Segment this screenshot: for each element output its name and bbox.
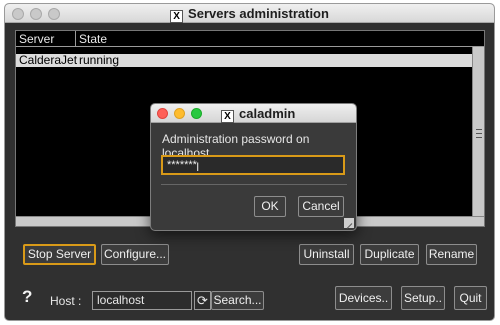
scrollbar-grip[interactable]: [476, 129, 482, 138]
host-input[interactable]: localhost: [92, 291, 192, 310]
search-button[interactable]: Search...: [211, 291, 264, 310]
duplicate-button[interactable]: Duplicate: [360, 244, 419, 265]
column-header-server[interactable]: Server: [19, 32, 54, 46]
setup-button[interactable]: Setup..: [401, 286, 445, 310]
server-state-cell: running: [79, 53, 120, 67]
table-header: Server State: [16, 31, 484, 47]
table-row[interactable]: CalderaJet running: [16, 54, 473, 67]
dialog-divider: [161, 184, 347, 185]
column-separator[interactable]: [75, 31, 76, 47]
quit-button[interactable]: Quit: [454, 286, 487, 310]
dialog-minimize-button[interactable]: [174, 108, 185, 119]
devices-button[interactable]: Devices..: [335, 286, 392, 310]
window-title-text: Servers administration: [188, 6, 329, 21]
cancel-button[interactable]: Cancel: [298, 196, 344, 217]
dialog-title: Xcaladmin: [221, 106, 295, 123]
refresh-icon[interactable]: ⟳: [194, 291, 211, 310]
password-value: *******: [167, 159, 197, 171]
vertical-scrollbar[interactable]: [472, 47, 484, 217]
dialog-title-text: caladmin: [239, 106, 296, 121]
stop-server-button[interactable]: Stop Server: [23, 244, 96, 265]
password-field[interactable]: ******* I: [161, 155, 345, 175]
x11-icon: X: [170, 10, 184, 23]
title-bar[interactable]: X Servers administration: [5, 4, 494, 23]
password-dialog: Xcaladmin Administration password on loc…: [150, 103, 357, 231]
uninstall-button[interactable]: Uninstall: [299, 244, 354, 265]
text-cursor-icon: I: [196, 160, 200, 174]
window-title: X Servers administration: [5, 6, 494, 23]
help-icon[interactable]: ?: [22, 287, 32, 307]
configure-button[interactable]: Configure...: [101, 244, 169, 265]
servers-admin-window: X Servers administration Server State Cal…: [4, 3, 495, 321]
column-header-state[interactable]: State: [79, 32, 107, 46]
dialog-title-bar[interactable]: Xcaladmin: [151, 104, 356, 123]
dialog-maximize-button[interactable]: [191, 108, 202, 119]
dialog-close-button[interactable]: [157, 108, 168, 119]
server-name-cell: CalderaJet: [19, 53, 78, 67]
ok-button[interactable]: OK: [254, 196, 286, 217]
resize-grip-icon[interactable]: [344, 218, 354, 228]
host-label: Host :: [50, 294, 82, 308]
rename-button[interactable]: Rename: [426, 244, 477, 265]
x11-icon: X: [221, 110, 234, 123]
